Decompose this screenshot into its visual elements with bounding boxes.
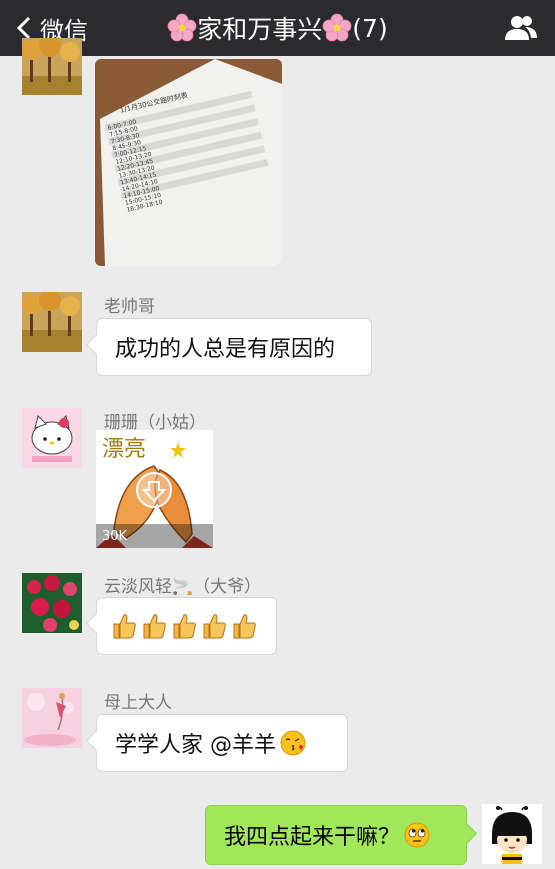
my-message-bubble[interactable]: 我四点起来干嘛？ — [205, 805, 467, 865]
message-text: 成功的人总是有原因的 — [115, 337, 336, 362]
sender-name: 老帅哥 — [104, 297, 155, 317]
top-bar: 微信 家和万事兴 (7) — [0, 0, 555, 56]
avatar-flowers[interactable] — [22, 573, 82, 633]
thumbs-up-icon — [173, 614, 196, 639]
message-bubble[interactable]: 学学人家 @羊羊 — [96, 714, 348, 772]
blossom-icon — [167, 13, 197, 43]
message-bubble[interactable] — [96, 597, 277, 655]
avatar-old-handsome[interactable] — [22, 292, 82, 352]
thumbs-up-icon — [233, 614, 256, 639]
avatar-old-handsome[interactable] — [22, 38, 82, 95]
sender-name: 云淡风轻🚬（大爷） — [104, 577, 262, 597]
sticker-size: 30K — [102, 529, 128, 544]
sender-name: 母上大人 — [104, 693, 172, 713]
message-image[interactable]: 1/1月30公交路时刻表 6:00-7:00 7:15-8:00 7:30-8:… — [95, 59, 282, 266]
blossom-icon — [322, 13, 352, 43]
thumbs-up-icon — [203, 614, 226, 639]
avatar-hello-kitty[interactable] — [22, 408, 82, 468]
chat-title: 家和万事兴 (7) — [100, 0, 455, 56]
kiss-face-icon — [280, 730, 306, 756]
avatar-mother[interactable] — [22, 688, 82, 748]
chat-title-text: 家和万事兴 — [197, 15, 323, 44]
group-members-icon[interactable] — [503, 12, 539, 44]
member-count: (7) — [352, 13, 388, 43]
thumbs-up-icon — [143, 614, 166, 639]
document-photo: 1/1月30公交路时刻表 6:00-7:00 7:15-8:00 7:30-8:… — [95, 59, 282, 266]
clapping-hands-sticker: 漂亮 30K — [96, 430, 213, 548]
message-text: 学学人家 @羊羊 — [115, 733, 276, 758]
my-message-text: 我四点起来干嘛？ — [224, 825, 401, 850]
sticker-text: 漂亮 — [102, 437, 146, 462]
thumbs-row — [111, 612, 257, 640]
thumbs-up-icon — [113, 614, 136, 639]
sticker-message[interactable]: 漂亮 30K — [96, 430, 213, 548]
eye-roll-face-icon — [404, 822, 430, 848]
avatar-me[interactable] — [482, 804, 542, 864]
message-bubble[interactable]: 成功的人总是有原因的 — [96, 318, 372, 376]
